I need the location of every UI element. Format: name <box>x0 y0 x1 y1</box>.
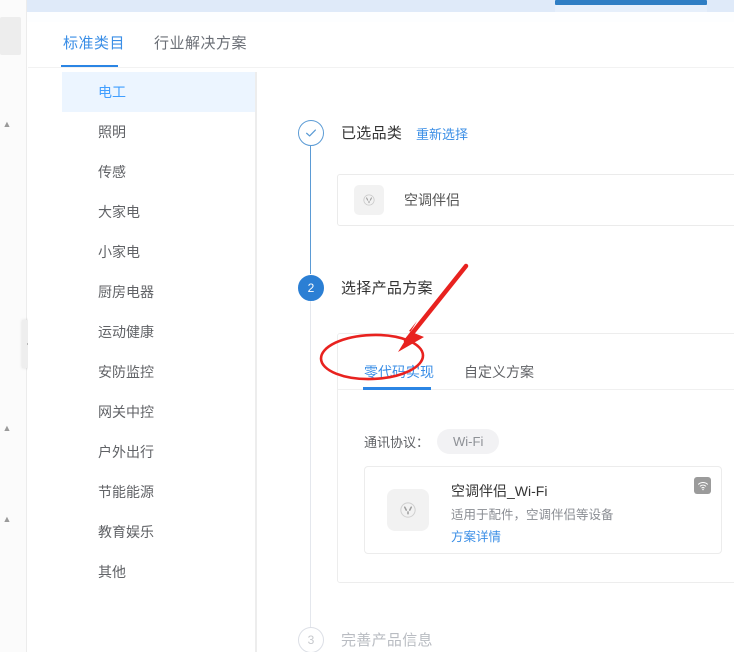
reselect-link[interactable]: 重新选择 <box>416 124 468 143</box>
sidebar-item-small-appliance[interactable]: 小家电 <box>62 232 255 272</box>
step3-title: 完善产品信息 <box>341 632 433 649</box>
page-root: ▲ ▲ ▲ 标准类目 行业解决方案 电工 照明 传感 大家电 小家电 厨房电器 … <box>0 0 734 652</box>
selected-category-name: 空调伴侣 <box>404 192 460 208</box>
plan-tab-active-underline <box>363 387 431 390</box>
top-banner-strip <box>27 0 734 12</box>
protocol-label: 通讯协议： <box>364 435 430 450</box>
sidebar-item-sensor[interactable]: 传感 <box>62 152 255 192</box>
sidebar-item-education-entertainment[interactable]: 教育娱乐 <box>62 512 255 552</box>
content-area: 标准类目 行业解决方案 电工 照明 传感 大家电 小家电 厨房电器 运动健康 安… <box>28 22 734 652</box>
product-plan-title: 空调伴侣_Wi-Fi <box>451 483 548 499</box>
top-banner-bar-bg <box>555 5 707 12</box>
top-tabs: 标准类目 行业解决方案 <box>28 22 734 68</box>
category-sidebar: 电工 照明 传感 大家电 小家电 厨房电器 运动健康 安防监控 网关中控 户外出… <box>62 72 256 652</box>
protocol-row: 通讯协议： Wi-Fi <box>364 429 500 454</box>
product-plan-desc: 适用于配件，空调伴侣等设备 <box>451 508 614 522</box>
sidebar-item-energy-saving[interactable]: 节能能源 <box>62 472 255 512</box>
plan-panel: 零代码实现 自定义方案 通讯协议： Wi-Fi 空调伴侣_Wi-Fi 适用于配件… <box>337 333 734 583</box>
top-banner-bar <box>555 0 707 5</box>
sidebar-item-other[interactable]: 其他 <box>62 552 255 592</box>
step2-title: 选择产品方案 <box>341 280 433 297</box>
tab-custom-plan[interactable]: 自定义方案 <box>464 362 534 382</box>
steps-panel: 已选品类 重新选择 空调伴侣 2 选择产品方案 零代码实现 自定义方案 通讯协议… <box>256 72 734 652</box>
caret-up-icon[interactable]: ▲ <box>2 424 12 433</box>
step3-number-badge: 3 <box>298 627 324 652</box>
sidebar-item-outdoor-travel[interactable]: 户外出行 <box>62 432 255 472</box>
step1-title: 已选品类 <box>341 125 403 142</box>
wifi-icon <box>694 477 711 494</box>
sidebar-item-large-appliance[interactable]: 大家电 <box>62 192 255 232</box>
selected-category-card[interactable]: 空调伴侣 <box>337 174 734 226</box>
power-socket-icon <box>387 489 429 531</box>
tab-industry-solution[interactable]: 行业解决方案 <box>154 32 247 53</box>
plan-tabs: 零代码实现 自定义方案 <box>338 362 734 394</box>
caret-up-icon[interactable]: ▲ <box>2 120 12 129</box>
tab-standard-category[interactable]: 标准类目 <box>63 32 125 53</box>
sidebar-item-lighting[interactable]: 照明 <box>62 112 255 152</box>
sidebar-item-security-monitoring[interactable]: 安防监控 <box>62 352 255 392</box>
step1-connector-line <box>310 146 311 274</box>
protocol-chip-wifi[interactable]: Wi-Fi <box>437 429 500 454</box>
power-socket-icon <box>354 185 384 215</box>
sidebar-item-kitchen-appliance[interactable]: 厨房电器 <box>62 272 255 312</box>
top-spacer <box>27 12 734 22</box>
rail-placeholder-block <box>0 17 21 55</box>
tab-bottom-border <box>28 67 734 68</box>
plan-detail-link[interactable]: 方案详情 <box>451 526 501 545</box>
step2-number-badge: 2 <box>298 275 324 301</box>
product-plan-card[interactable]: 空调伴侣_Wi-Fi 适用于配件，空调伴侣等设备 方案详情 <box>364 466 722 554</box>
tab-zero-code[interactable]: 零代码实现 <box>364 362 434 382</box>
step1-check-icon <box>298 120 324 146</box>
step2-connector-line <box>310 301 311 628</box>
sidebar-item-sports-health[interactable]: 运动健康 <box>62 312 255 352</box>
sidebar-item-electrician[interactable]: 电工 <box>62 72 255 112</box>
caret-up-icon[interactable]: ▲ <box>2 515 12 524</box>
sidebar-item-gateway-control[interactable]: 网关中控 <box>62 392 255 432</box>
